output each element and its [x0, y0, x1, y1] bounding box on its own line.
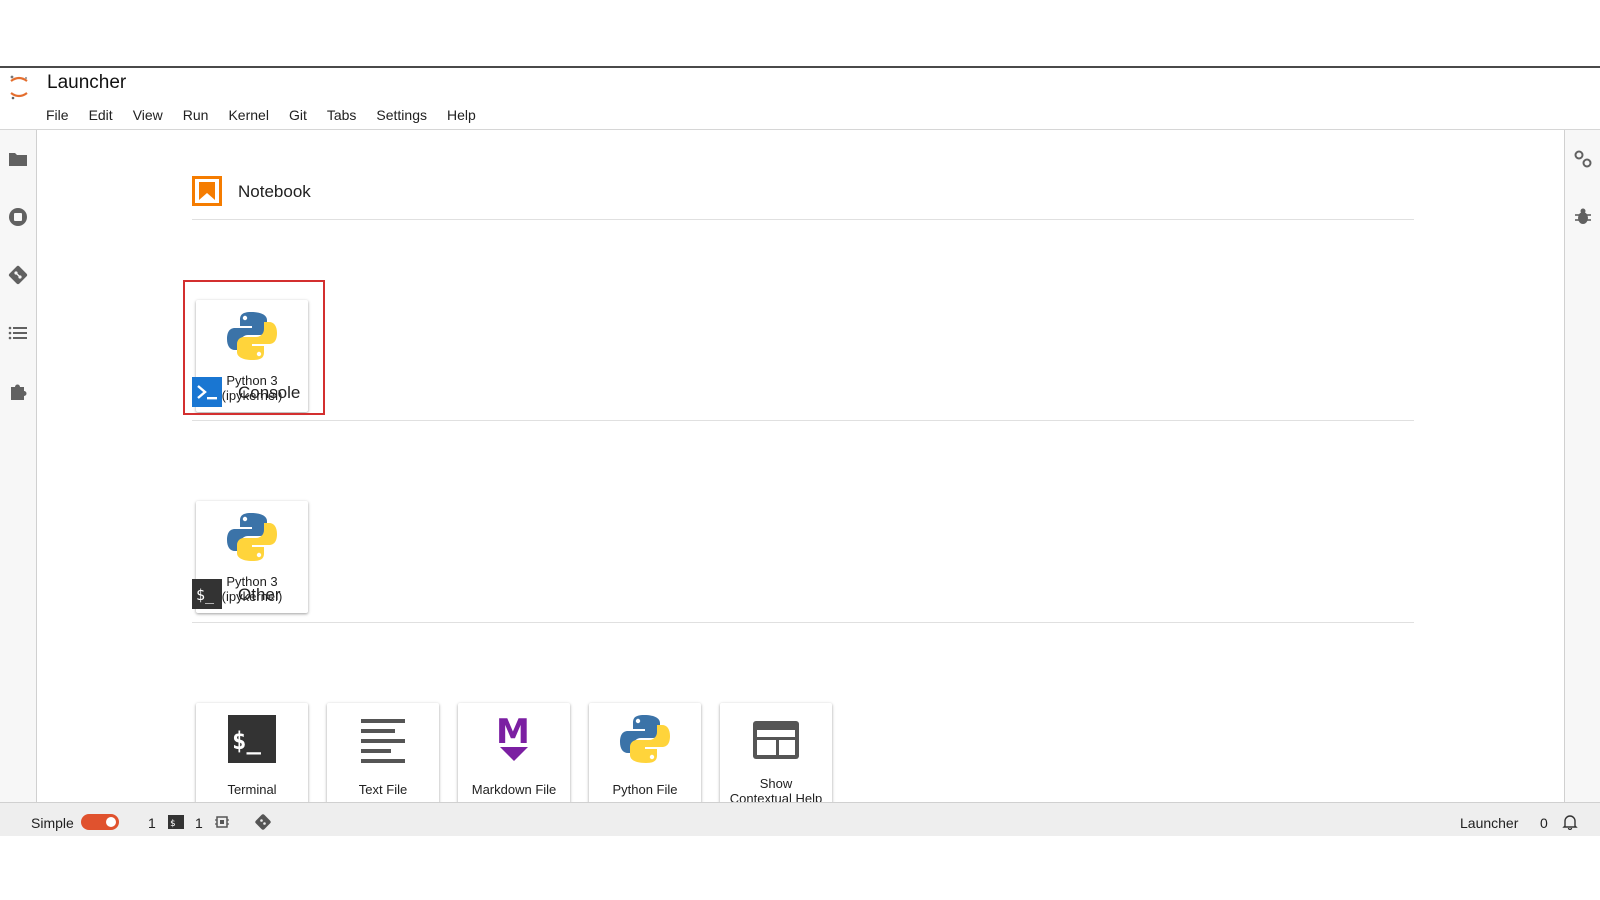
left-sidebar	[0, 130, 37, 802]
menu-view[interactable]: View	[123, 106, 173, 124]
menu-help[interactable]: Help	[437, 106, 486, 124]
menu-tabs[interactable]: Tabs	[317, 106, 367, 124]
running-kernels-icon[interactable]	[8, 207, 28, 227]
simple-mode-toggle[interactable]	[81, 814, 119, 830]
kernel-status-icon[interactable]	[214, 814, 230, 830]
top-blank-area	[0, 0, 1600, 66]
terminal-card[interactable]: $_ Terminal	[196, 703, 308, 815]
git-icon[interactable]	[8, 265, 28, 285]
text-file-card[interactable]: Text File	[327, 703, 439, 815]
python-file-label: Python File	[612, 782, 678, 797]
status-bar: Simple 1 $ 1 Launcher 0	[0, 802, 1600, 838]
text-file-icon	[361, 719, 405, 763]
table-of-contents-icon[interactable]	[8, 323, 28, 343]
terminal-icon: $_	[228, 715, 276, 763]
git-status-icon[interactable]	[255, 814, 271, 830]
menu-bar: File Edit View Run Kernel Git Tabs Setti…	[36, 106, 486, 124]
folder-icon[interactable]	[8, 149, 28, 169]
active-tab-status: Launcher	[1460, 815, 1519, 831]
python-file-card[interactable]: Python File	[589, 703, 701, 815]
python-icon	[227, 513, 277, 561]
menu-git[interactable]: Git	[279, 106, 317, 124]
right-sidebar	[1564, 130, 1600, 802]
notebook-section-title: Notebook	[238, 182, 311, 201]
debugger-icon[interactable]	[1573, 207, 1593, 227]
other-section-title: Other	[238, 585, 281, 604]
extension-manager-icon[interactable]	[8, 381, 28, 401]
svg-text:M: M	[496, 713, 530, 752]
markdown-file-label: Markdown File	[471, 782, 557, 797]
bottom-blank-area	[0, 836, 1600, 900]
svg-text:$_: $_	[196, 586, 215, 604]
markdown-file-card[interactable]: M Markdown File	[458, 703, 570, 815]
svg-text:$_: $_	[232, 727, 261, 755]
contextual-help-label-line1: Show	[759, 776, 793, 791]
menu-settings[interactable]: Settings	[366, 106, 437, 124]
text-file-label: Text File	[358, 782, 408, 797]
console-section-header: Console	[192, 377, 1414, 421]
app-title: Launcher	[47, 72, 127, 93]
other-section-header: $_ Other	[192, 579, 1414, 623]
console-section-title: Console	[238, 383, 301, 402]
kernels-count[interactable]: 1	[195, 815, 203, 831]
bell-icon[interactable]	[1562, 814, 1578, 830]
markdown-icon: M	[496, 713, 530, 761]
top-header: Launcher File Edit View Run Kernel Git T…	[0, 68, 1600, 130]
terminal-section-icon: $_	[192, 579, 222, 609]
console-icon	[192, 377, 222, 407]
toggle-knob	[106, 817, 116, 827]
menu-run[interactable]: Run	[173, 106, 219, 124]
launcher-panel: Notebook Python 3 (ipykernel) Console Py…	[37, 130, 1564, 815]
terminal-label: Terminal	[227, 782, 277, 797]
property-inspector-icon[interactable]	[1573, 149, 1593, 169]
menu-edit[interactable]: Edit	[79, 106, 123, 124]
simple-mode-label: Simple	[31, 815, 74, 831]
notebook-section-header: Notebook	[192, 176, 1414, 220]
contextual-help-icon	[753, 721, 799, 759]
contextual-help-card[interactable]: Show Contextual Help	[720, 703, 832, 815]
menu-kernel[interactable]: Kernel	[218, 106, 278, 124]
jupyterlab-window: Launcher File Edit View Run Kernel Git T…	[0, 66, 1600, 838]
jupyter-logo-icon[interactable]	[8, 74, 30, 100]
terminals-count[interactable]: 1	[148, 815, 156, 831]
notebook-icon	[192, 176, 222, 206]
svg-text:$: $	[170, 819, 175, 829]
menu-file[interactable]: File	[36, 106, 79, 124]
notifications-count[interactable]: 0	[1540, 815, 1548, 831]
terminal-status-icon[interactable]: $	[168, 814, 184, 830]
python-icon	[620, 715, 670, 763]
